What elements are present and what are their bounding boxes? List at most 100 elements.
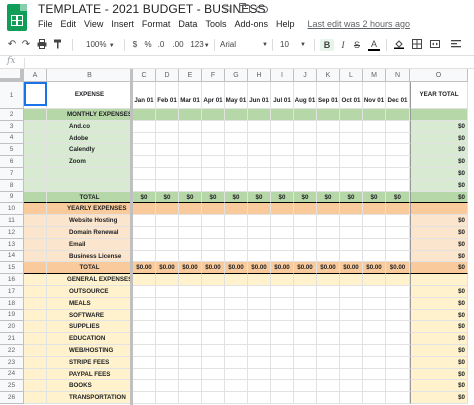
align-icon[interactable]	[450, 39, 462, 51]
cell-f20[interactable]	[202, 321, 225, 334]
cell-a4[interactable]	[24, 132, 47, 145]
cell-h3[interactable]	[248, 120, 271, 133]
cell-j13[interactable]	[294, 238, 317, 251]
cell-i10[interactable]	[271, 203, 294, 216]
cell-l24[interactable]	[340, 368, 363, 381]
cell-k25[interactable]	[317, 380, 340, 393]
cell-b22[interactable]: WEB/HOSTING	[47, 345, 133, 357]
cell-j9[interactable]: $0	[294, 191, 317, 204]
cell-k19[interactable]	[317, 309, 340, 322]
cell-e15[interactable]: $0.00	[179, 262, 202, 275]
cell-n1[interactable]: Dec 01	[386, 82, 410, 109]
cell-o23[interactable]: $0	[410, 356, 468, 369]
cell-d23[interactable]	[156, 356, 179, 369]
cell-n5[interactable]	[386, 144, 410, 157]
cell-g9[interactable]: $0	[225, 191, 248, 204]
cell-n19[interactable]	[386, 309, 410, 322]
fill-color-icon[interactable]	[392, 39, 406, 51]
cell-f10[interactable]	[202, 203, 225, 216]
cell-g25[interactable]	[225, 380, 248, 393]
cell-b14[interactable]: Business License	[47, 250, 133, 263]
cell-a20[interactable]	[24, 321, 47, 334]
cell-m2[interactable]	[363, 109, 386, 121]
cell-e11[interactable]	[179, 215, 202, 227]
cell-g12[interactable]	[225, 227, 248, 239]
cell-o12[interactable]: $0	[410, 227, 468, 239]
cell-i15[interactable]: $0.00	[271, 262, 294, 275]
cell-m14[interactable]	[363, 250, 386, 263]
cell-o22[interactable]: $0	[410, 345, 468, 357]
cell-i18[interactable]	[271, 297, 294, 310]
cell-h15[interactable]: $0.00	[248, 262, 271, 275]
cell-g16[interactable]	[225, 274, 248, 286]
cell-b19[interactable]: SOFTWARE	[47, 309, 133, 322]
cell-d4[interactable]	[156, 132, 179, 145]
cell-d18[interactable]	[156, 297, 179, 310]
cell-d12[interactable]	[156, 227, 179, 239]
cell-j18[interactable]	[294, 297, 317, 310]
cell-m17[interactable]	[363, 286, 386, 298]
cell-o21[interactable]: $0	[410, 333, 468, 345]
column-header-k[interactable]: K	[317, 69, 340, 82]
cell-m23[interactable]	[363, 356, 386, 369]
cell-m22[interactable]	[363, 345, 386, 357]
cell-j4[interactable]	[294, 132, 317, 145]
cell-o1[interactable]: YEAR TOTAL	[410, 82, 468, 109]
row-header-8[interactable]: 8	[0, 179, 24, 192]
cell-o13[interactable]: $0	[410, 238, 468, 251]
cell-a13[interactable]	[24, 238, 47, 251]
row-header-20[interactable]: 20	[0, 321, 24, 334]
cell-k5[interactable]	[317, 144, 340, 157]
cell-c23[interactable]	[133, 356, 156, 369]
cell-k7[interactable]	[317, 168, 340, 180]
formula-bar[interactable]: fx	[0, 55, 474, 69]
cell-f4[interactable]	[202, 132, 225, 145]
cell-l14[interactable]	[340, 250, 363, 263]
cell-h23[interactable]	[248, 356, 271, 369]
cell-e23[interactable]	[179, 356, 202, 369]
cell-g23[interactable]	[225, 356, 248, 369]
cell-b23[interactable]: STRIPE FEES	[47, 356, 133, 369]
cell-a11[interactable]	[24, 215, 47, 227]
cell-a25[interactable]	[24, 380, 47, 393]
cell-j15[interactable]: $0.00	[294, 262, 317, 275]
row-header-12[interactable]: 12	[0, 227, 24, 239]
cell-d16[interactable]	[156, 274, 179, 286]
cell-e26[interactable]	[179, 392, 202, 404]
column-header-b[interactable]: B	[47, 69, 133, 82]
cell-f3[interactable]	[202, 120, 225, 133]
cell-j8[interactable]	[294, 179, 317, 192]
cell-e13[interactable]	[179, 238, 202, 251]
cell-d13[interactable]	[156, 238, 179, 251]
cell-a5[interactable]	[24, 144, 47, 157]
cell-g5[interactable]	[225, 144, 248, 157]
cell-h1[interactable]: Jun 01	[248, 82, 271, 109]
cell-n10[interactable]	[386, 203, 410, 216]
bold-button[interactable]: B	[320, 39, 334, 51]
row-header-22[interactable]: 22	[0, 345, 24, 357]
cell-f19[interactable]	[202, 309, 225, 322]
cell-b11[interactable]: Website Hosting	[47, 215, 133, 227]
cell-h5[interactable]	[248, 144, 271, 157]
cell-i9[interactable]: $0	[271, 191, 294, 204]
print-icon[interactable]	[36, 39, 48, 51]
row-header-19[interactable]: 19	[0, 309, 24, 322]
cell-i1[interactable]: Jul 01	[271, 82, 294, 109]
cell-b17[interactable]: OUTSOURCE	[47, 286, 133, 298]
cell-a3[interactable]	[24, 120, 47, 133]
cell-j21[interactable]	[294, 333, 317, 345]
cell-h2[interactable]	[248, 109, 271, 121]
cell-k4[interactable]	[317, 132, 340, 145]
cell-i13[interactable]	[271, 238, 294, 251]
cell-g11[interactable]	[225, 215, 248, 227]
cell-n16[interactable]	[386, 274, 410, 286]
cell-c13[interactable]	[133, 238, 156, 251]
cell-e21[interactable]	[179, 333, 202, 345]
font-select[interactable]: Arial ▼	[220, 39, 268, 51]
font-size-select[interactable]: 10 ▼	[280, 39, 306, 51]
row-header-13[interactable]: 13	[0, 238, 24, 251]
cell-b18[interactable]: MEALS	[47, 297, 133, 310]
text-color-button[interactable]: A	[368, 39, 380, 51]
currency-button[interactable]: $	[130, 39, 140, 51]
cell-l6[interactable]	[340, 156, 363, 168]
